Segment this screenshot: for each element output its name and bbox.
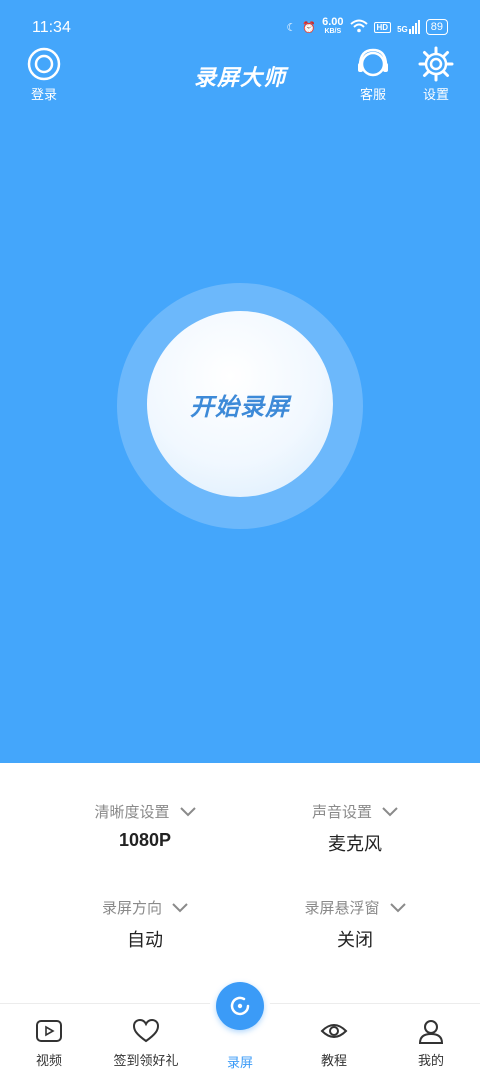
headset-icon bbox=[358, 48, 388, 77]
video-icon bbox=[36, 1020, 62, 1042]
tab-record[interactable] bbox=[216, 982, 264, 1030]
resolution-label: 清晰度设置 bbox=[94, 803, 170, 821]
user-icon bbox=[418, 1020, 444, 1044]
audio-label: 声音设置 bbox=[311, 803, 372, 821]
gear-icon bbox=[418, 46, 454, 82]
tab-record-label: 录屏 bbox=[226, 1056, 253, 1071]
orientation-setting[interactable]: 录屏方向 自动 bbox=[45, 897, 245, 952]
network-speed: 6.00 KB/S bbox=[322, 16, 344, 36]
app-title: 录屏大师 bbox=[193, 66, 286, 91]
chevron-down-icon bbox=[172, 902, 188, 912]
service-label: 客服 bbox=[359, 88, 386, 103]
signal-icon: 5G bbox=[397, 20, 420, 34]
chevron-down-icon bbox=[382, 806, 398, 816]
speed-unit: KB/S bbox=[324, 28, 342, 35]
floating-window-label: 录屏悬浮窗 bbox=[304, 899, 380, 917]
chevron-down-icon bbox=[179, 806, 196, 816]
speed-value: 6.00 bbox=[322, 16, 344, 28]
record-icon bbox=[230, 996, 250, 1016]
settings-label: 设置 bbox=[422, 88, 449, 103]
battery-indicator: 89 bbox=[425, 19, 448, 35]
network-type: 5G bbox=[397, 25, 408, 34]
settings-panel: 清晰度设置 1080P 声音设置 麦克风 录屏方向 自动 录屏悬浮窗 关闭 bbox=[0, 763, 480, 1003]
wifi-icon bbox=[349, 19, 368, 36]
customer-service-button[interactable]: 客服 bbox=[348, 46, 398, 103]
status-time: 11:34 bbox=[32, 19, 71, 36]
heart-icon bbox=[132, 1018, 160, 1043]
status-bar: 11:34 ☾ ⏰ 6.00 KB/S HD 5G 89 bbox=[0, 0, 480, 58]
hd-badge: HD bbox=[373, 21, 392, 33]
orientation-value: 自动 bbox=[127, 930, 163, 951]
status-icons: ☾ ⏰ 6.00 KB/S HD 5G 89 bbox=[286, 16, 448, 36]
audio-value: 麦克风 bbox=[328, 834, 382, 855]
orientation-label: 录屏方向 bbox=[101, 899, 162, 917]
audio-setting[interactable]: 声音设置 麦克风 bbox=[255, 801, 455, 856]
start-recording-label: 开始录屏 bbox=[190, 392, 290, 421]
floating-window-value: 关闭 bbox=[337, 930, 373, 951]
moon-icon: ☾ bbox=[286, 21, 297, 34]
floating-window-setting[interactable]: 录屏悬浮窗 关闭 bbox=[255, 897, 455, 952]
resolution-value: 1080P bbox=[118, 830, 172, 850]
hero-area: 11:34 ☾ ⏰ 6.00 KB/S HD 5G 89 登录 录屏大师 客服 … bbox=[0, 0, 480, 763]
settings-button[interactable]: 设置 bbox=[411, 46, 461, 103]
eye-icon bbox=[320, 1024, 348, 1038]
resolution-setting[interactable]: 清晰度设置 1080P bbox=[45, 801, 245, 851]
chevron-down-icon bbox=[389, 902, 406, 912]
start-recording-button[interactable]: 开始录屏 bbox=[147, 311, 333, 497]
alarm-icon: ⏰ bbox=[302, 21, 317, 34]
